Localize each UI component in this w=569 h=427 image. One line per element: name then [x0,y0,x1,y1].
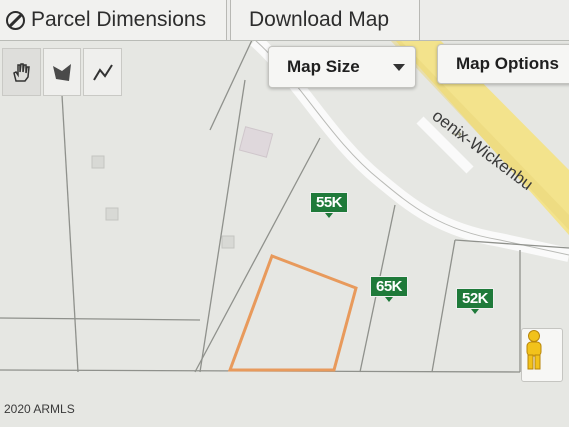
polygon-tool-button[interactable] [42,48,82,96]
copyright-text: 2020 ARMLS [4,402,75,416]
caret-down-icon [393,64,405,71]
map-size-dropdown[interactable]: Map Size [268,46,416,88]
download-map-tab[interactable]: Download Map [230,0,420,40]
top-toolbar: Parcel Dimensions Download Map [0,0,569,41]
pegman-icon [526,330,542,370]
pan-tool-button[interactable] [2,48,41,96]
download-map-label: Download Map [249,8,390,31]
map-options-label: Map Options [456,54,559,73]
polyline-tool-button[interactable] [83,48,123,96]
price-marker-65k[interactable]: 65K [370,276,409,302]
polygon-icon [53,64,71,81]
price-marker-55k[interactable]: 55K [310,192,349,218]
street-view-pegman[interactable] [521,328,563,382]
parcel-dimensions-label: Parcel Dimensions [31,8,207,31]
polyline-icon [92,64,113,81]
parcel-dimensions-tab[interactable]: Parcel Dimensions [0,0,227,40]
hand-pan-icon [13,63,31,82]
price-marker-52k[interactable]: 52K [456,288,495,314]
ban-icon [6,10,25,30]
map-size-label: Map Size [287,57,360,76]
drawing-tools [2,48,123,98]
map-options-button[interactable]: Map Options [437,44,569,84]
